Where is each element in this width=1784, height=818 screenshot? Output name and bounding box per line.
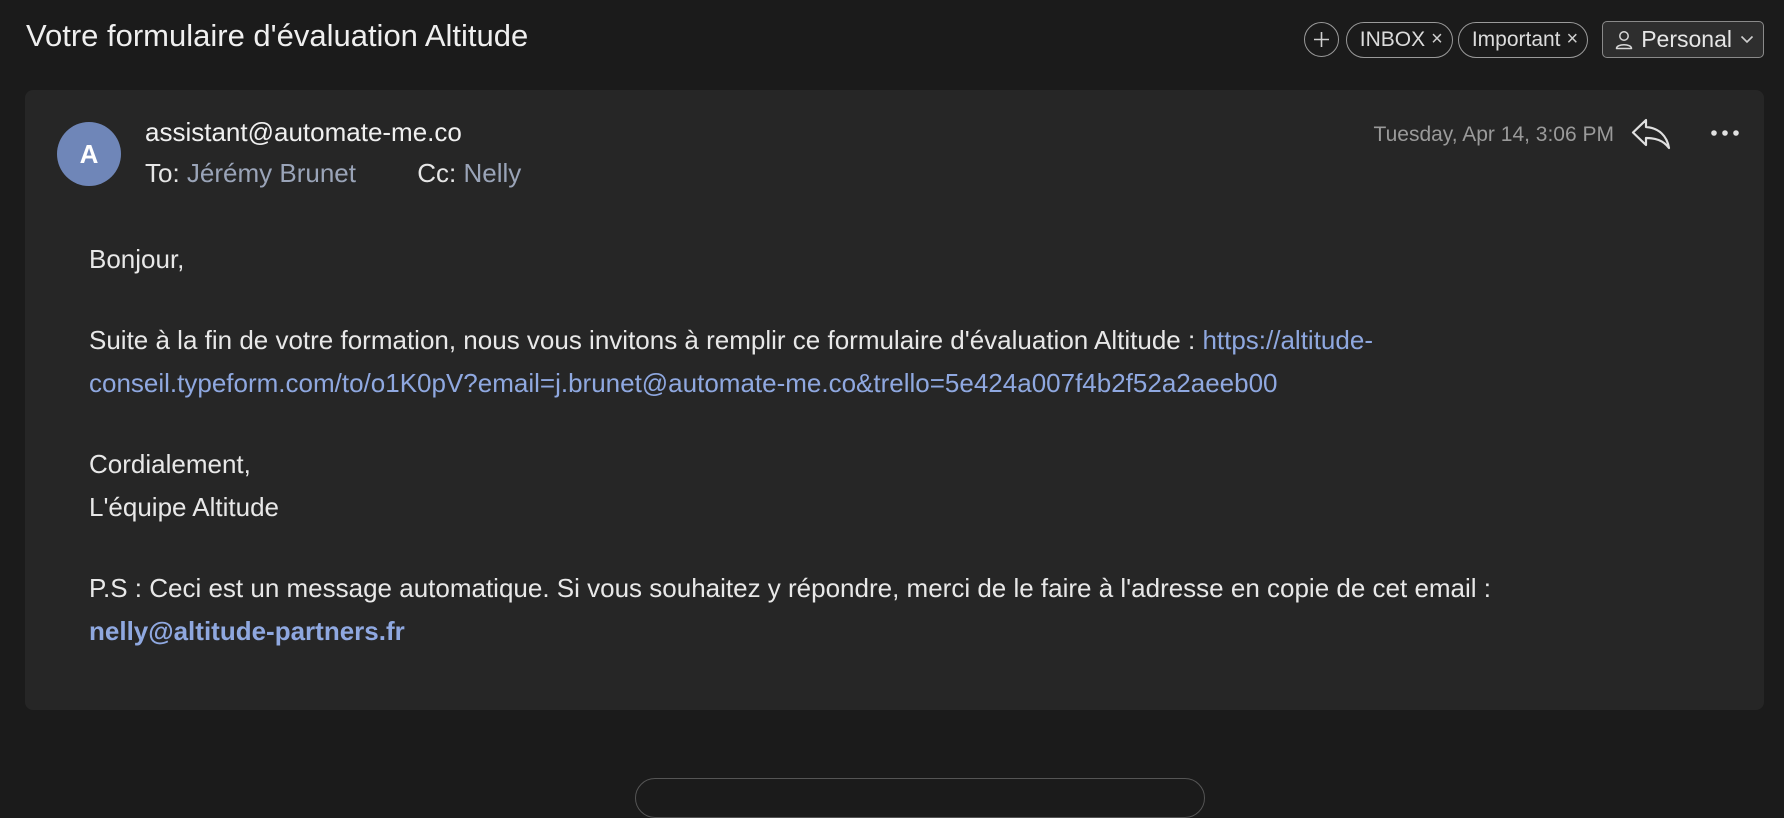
to-recipient[interactable]: Jérémy Brunet bbox=[187, 158, 356, 188]
person-icon bbox=[1615, 30, 1633, 49]
avatar: A bbox=[57, 122, 121, 186]
signature: L'équipe Altitude bbox=[89, 492, 280, 522]
bottom-control[interactable] bbox=[635, 778, 1205, 818]
label-chip-important: Important × bbox=[1457, 21, 1589, 58]
add-label-icon bbox=[1313, 32, 1329, 47]
closing: Cordialement, bbox=[89, 449, 251, 479]
thread-header: Votre formulaire d'évaluation Altitude I… bbox=[0, 0, 1784, 84]
label-chip-name: Important bbox=[1471, 27, 1561, 51]
sender-address[interactable]: assistant@automate-me.co bbox=[145, 117, 462, 148]
message-body: Bonjour, Suite à la fin de votre formati… bbox=[89, 238, 1669, 653]
intro-text: Suite à la fin de votre formation, nous … bbox=[89, 325, 1203, 355]
message-date: Tuesday, Apr 14, 3:06 PM bbox=[1373, 123, 1614, 146]
remove-icon[interactable]: × bbox=[1567, 28, 1579, 51]
label-chip-inbox: INBOX × bbox=[1345, 21, 1453, 58]
intro-paragraph: Suite à la fin de votre formation, nous … bbox=[89, 319, 1669, 405]
greeting: Bonjour, bbox=[89, 244, 185, 274]
chevron-down-icon bbox=[1740, 35, 1754, 44]
account-selector[interactable]: Personal bbox=[1602, 21, 1764, 58]
message-card: A assistant@automate-me.co To: Jérémy Br… bbox=[25, 90, 1764, 818]
ps-text: P.S : Ceci est un message automatique. S… bbox=[89, 573, 1492, 603]
ps-paragraph: P.S : Ceci est un message automatique. S… bbox=[89, 567, 1669, 653]
remove-icon[interactable]: × bbox=[1431, 28, 1443, 51]
add-label-button[interactable] bbox=[1303, 22, 1339, 57]
recipients: To: Jérémy Brunet Cc: Nelly bbox=[145, 158, 521, 189]
cc-label: Cc: bbox=[417, 158, 457, 188]
to-label: To: bbox=[145, 158, 180, 188]
ps-email-link[interactable]: nelly@altitude-partners.fr bbox=[89, 616, 405, 646]
more-icon[interactable] bbox=[1710, 118, 1740, 148]
reply-icon[interactable] bbox=[1630, 116, 1672, 152]
label-bar: INBOX × Important × Personal bbox=[1303, 21, 1764, 58]
label-chip-name: INBOX bbox=[1359, 27, 1426, 51]
cc-recipient[interactable]: Nelly bbox=[463, 158, 521, 188]
account-name: Personal bbox=[1641, 26, 1732, 52]
thread-subject: Votre formulaire d'évaluation Altitude bbox=[26, 18, 529, 53]
